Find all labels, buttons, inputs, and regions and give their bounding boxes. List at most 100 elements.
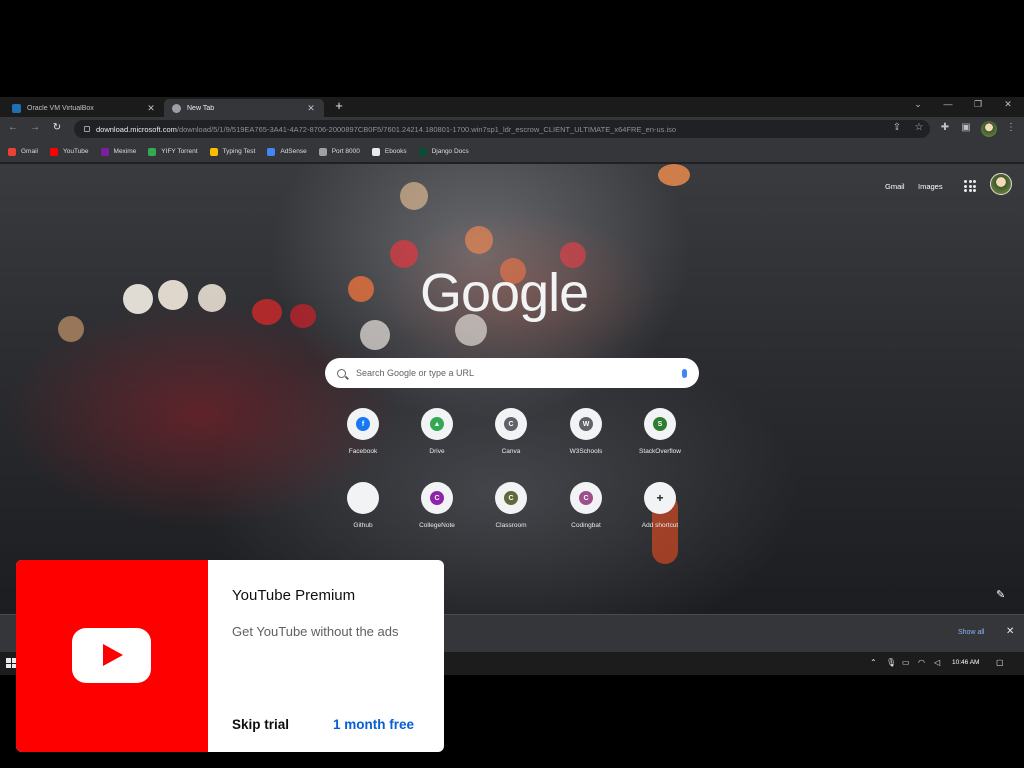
notification-icon[interactable]: ▢ bbox=[996, 658, 1004, 667]
bookmark-star-icon[interactable]: ☆ bbox=[912, 122, 926, 133]
one-month-free-button[interactable]: 1 month free bbox=[333, 717, 414, 732]
maximize-icon[interactable]: ❐ bbox=[968, 99, 988, 110]
customize-pencil-icon[interactable]: ✎ bbox=[996, 588, 1005, 601]
bookmark-label: Ebooks bbox=[384, 148, 407, 155]
bokeh-light bbox=[658, 164, 690, 186]
shortcut-initial: W bbox=[579, 417, 593, 431]
tab-strip: Oracle VM VirtualBox ✕ New Tab ✕ + ⌄ — ❐… bbox=[0, 97, 1024, 117]
gmail-link[interactable]: Gmail bbox=[885, 182, 905, 191]
shortcut-initial: + bbox=[653, 491, 667, 505]
reload-icon[interactable]: ↻ bbox=[50, 122, 64, 133]
taskbar-clock[interactable]: 10:46 AM bbox=[952, 659, 979, 666]
shortcut-tile[interactable]: Github bbox=[325, 482, 401, 529]
tab-title: Oracle VM VirtualBox bbox=[27, 104, 94, 112]
wifi-icon[interactable]: ◠ bbox=[918, 658, 925, 667]
bookmark-favicon-icon bbox=[209, 147, 218, 156]
virtualbox-icon bbox=[12, 103, 21, 113]
bookmark-item[interactable]: Django Docs bbox=[418, 147, 469, 156]
shortcut-icon: C bbox=[495, 408, 527, 440]
youtube-premium-card: YouTube Premium Get YouTube without the … bbox=[16, 560, 444, 752]
shortcut-icon: + bbox=[644, 482, 676, 514]
bookmark-label: AdSense bbox=[280, 148, 307, 155]
url-host: download.microsoft.com bbox=[96, 124, 177, 134]
youtube-brand-panel bbox=[16, 560, 208, 752]
show-all-button[interactable]: Show all bbox=[958, 629, 984, 636]
google-account-avatar[interactable] bbox=[990, 173, 1012, 195]
bookmark-item[interactable]: Port 8000 bbox=[318, 147, 360, 156]
tab-virtualbox[interactable]: Oracle VM VirtualBox ✕ bbox=[4, 99, 164, 117]
battery-icon[interactable]: ▭ bbox=[902, 658, 910, 667]
skip-trial-button[interactable]: Skip trial bbox=[232, 717, 289, 732]
extensions-icon[interactable]: ✚ bbox=[938, 122, 952, 133]
bookmark-item[interactable]: AdSense bbox=[267, 147, 307, 156]
bookmark-favicon-icon bbox=[418, 147, 427, 156]
shortcut-initial: C bbox=[504, 417, 518, 431]
shortcut-label: Github bbox=[353, 522, 373, 529]
shortcut-label: CollegeNote bbox=[419, 522, 455, 529]
microphone-icon[interactable] bbox=[682, 368, 687, 378]
lock-icon bbox=[84, 126, 90, 132]
bookmark-favicon-icon bbox=[318, 147, 327, 156]
shortcut-label: Add shortcut bbox=[641, 522, 679, 529]
volume-icon[interactable]: ◁ bbox=[934, 658, 940, 667]
side-panel-icon[interactable]: ▣ bbox=[959, 122, 973, 133]
shortcut-label: StackOverflow bbox=[639, 448, 681, 455]
shortcut-tile[interactable]: ▲ Drive bbox=[399, 408, 475, 455]
shortcut-tile[interactable]: C Classroom bbox=[473, 482, 549, 529]
promo-title: YouTube Premium bbox=[232, 587, 356, 604]
profile-avatar[interactable] bbox=[981, 121, 997, 137]
bookmark-item[interactable]: Gmail bbox=[8, 147, 38, 156]
shortcut-label: W3Schools bbox=[569, 448, 603, 455]
search-icon bbox=[337, 368, 346, 378]
bookmark-item[interactable]: Typing Test bbox=[209, 147, 256, 156]
close-icon[interactable]: ✕ bbox=[306, 103, 316, 114]
new-tab-button[interactable]: + bbox=[332, 98, 346, 113]
bookmark-label: Typing Test bbox=[222, 148, 256, 155]
shortcut-tile[interactable]: f Facebook bbox=[325, 408, 401, 455]
bookmark-label: Gmail bbox=[21, 148, 38, 155]
bokeh-light bbox=[400, 182, 428, 210]
minimize-icon[interactable]: — bbox=[938, 99, 958, 109]
share-icon[interactable]: ⇪ bbox=[890, 122, 904, 133]
shortcut-initial bbox=[356, 491, 370, 505]
tab-search-icon[interactable]: ⌄ bbox=[908, 99, 928, 110]
forward-icon[interactable]: → bbox=[28, 122, 42, 133]
window-close-icon[interactable]: ✕ bbox=[998, 99, 1018, 110]
chevron-up-icon[interactable]: ⌃ bbox=[870, 658, 877, 667]
chrome-icon bbox=[172, 103, 181, 113]
shortcut-initial: C bbox=[430, 491, 444, 505]
play-icon bbox=[103, 644, 123, 666]
address-bar[interactable]: download.microsoft.com /download/5/1/9/5… bbox=[74, 120, 930, 138]
microphone-icon[interactable]: 🎙 bbox=[886, 658, 896, 667]
shortcut-initial: C bbox=[579, 491, 593, 505]
close-icon[interactable]: ✕ bbox=[146, 103, 156, 114]
shortcut-tile[interactable]: + Add shortcut bbox=[622, 482, 698, 529]
bookmark-item[interactable]: Mexime bbox=[100, 147, 136, 156]
bookmark-item[interactable]: YIFY Torrent bbox=[148, 147, 198, 156]
bookmarks-bar: Gmail YouTube Mexime YIFY Torrent Typing Tes… bbox=[0, 141, 1024, 163]
windows-start-icon[interactable] bbox=[6, 658, 16, 668]
shortcut-icon: C bbox=[495, 482, 527, 514]
shortcut-tile[interactable]: C Codingbat bbox=[548, 482, 624, 529]
browser-toolbar: ← → ↻ download.microsoft.com /download/5… bbox=[0, 117, 1024, 141]
images-link[interactable]: Images bbox=[918, 182, 943, 191]
bokeh-light bbox=[348, 276, 374, 302]
shortcut-icon: f bbox=[347, 408, 379, 440]
shortcut-tile[interactable]: S StackOverflow bbox=[622, 408, 698, 455]
shortcut-icon: ▲ bbox=[421, 408, 453, 440]
menu-icon[interactable]: ⋮ bbox=[1004, 122, 1018, 133]
bokeh-light bbox=[158, 280, 188, 310]
bokeh-light bbox=[58, 316, 84, 342]
shortcut-tile[interactable]: C Canva bbox=[473, 408, 549, 455]
bookmark-item[interactable]: YouTube bbox=[49, 147, 89, 156]
shortcut-icon bbox=[347, 482, 379, 514]
back-icon[interactable]: ← bbox=[6, 122, 20, 133]
bokeh-light bbox=[360, 320, 390, 350]
bookmark-item[interactable]: Ebooks bbox=[371, 147, 407, 156]
shortcut-tile[interactable]: W W3Schools bbox=[548, 408, 624, 455]
tab-new-tab[interactable]: New Tab ✕ bbox=[164, 99, 324, 117]
search-box[interactable]: Search Google or type a URL bbox=[325, 358, 699, 388]
google-apps-icon[interactable] bbox=[964, 180, 976, 192]
shortcut-tile[interactable]: C CollegeNote bbox=[399, 482, 475, 529]
close-icon[interactable]: ✕ bbox=[1006, 626, 1014, 637]
